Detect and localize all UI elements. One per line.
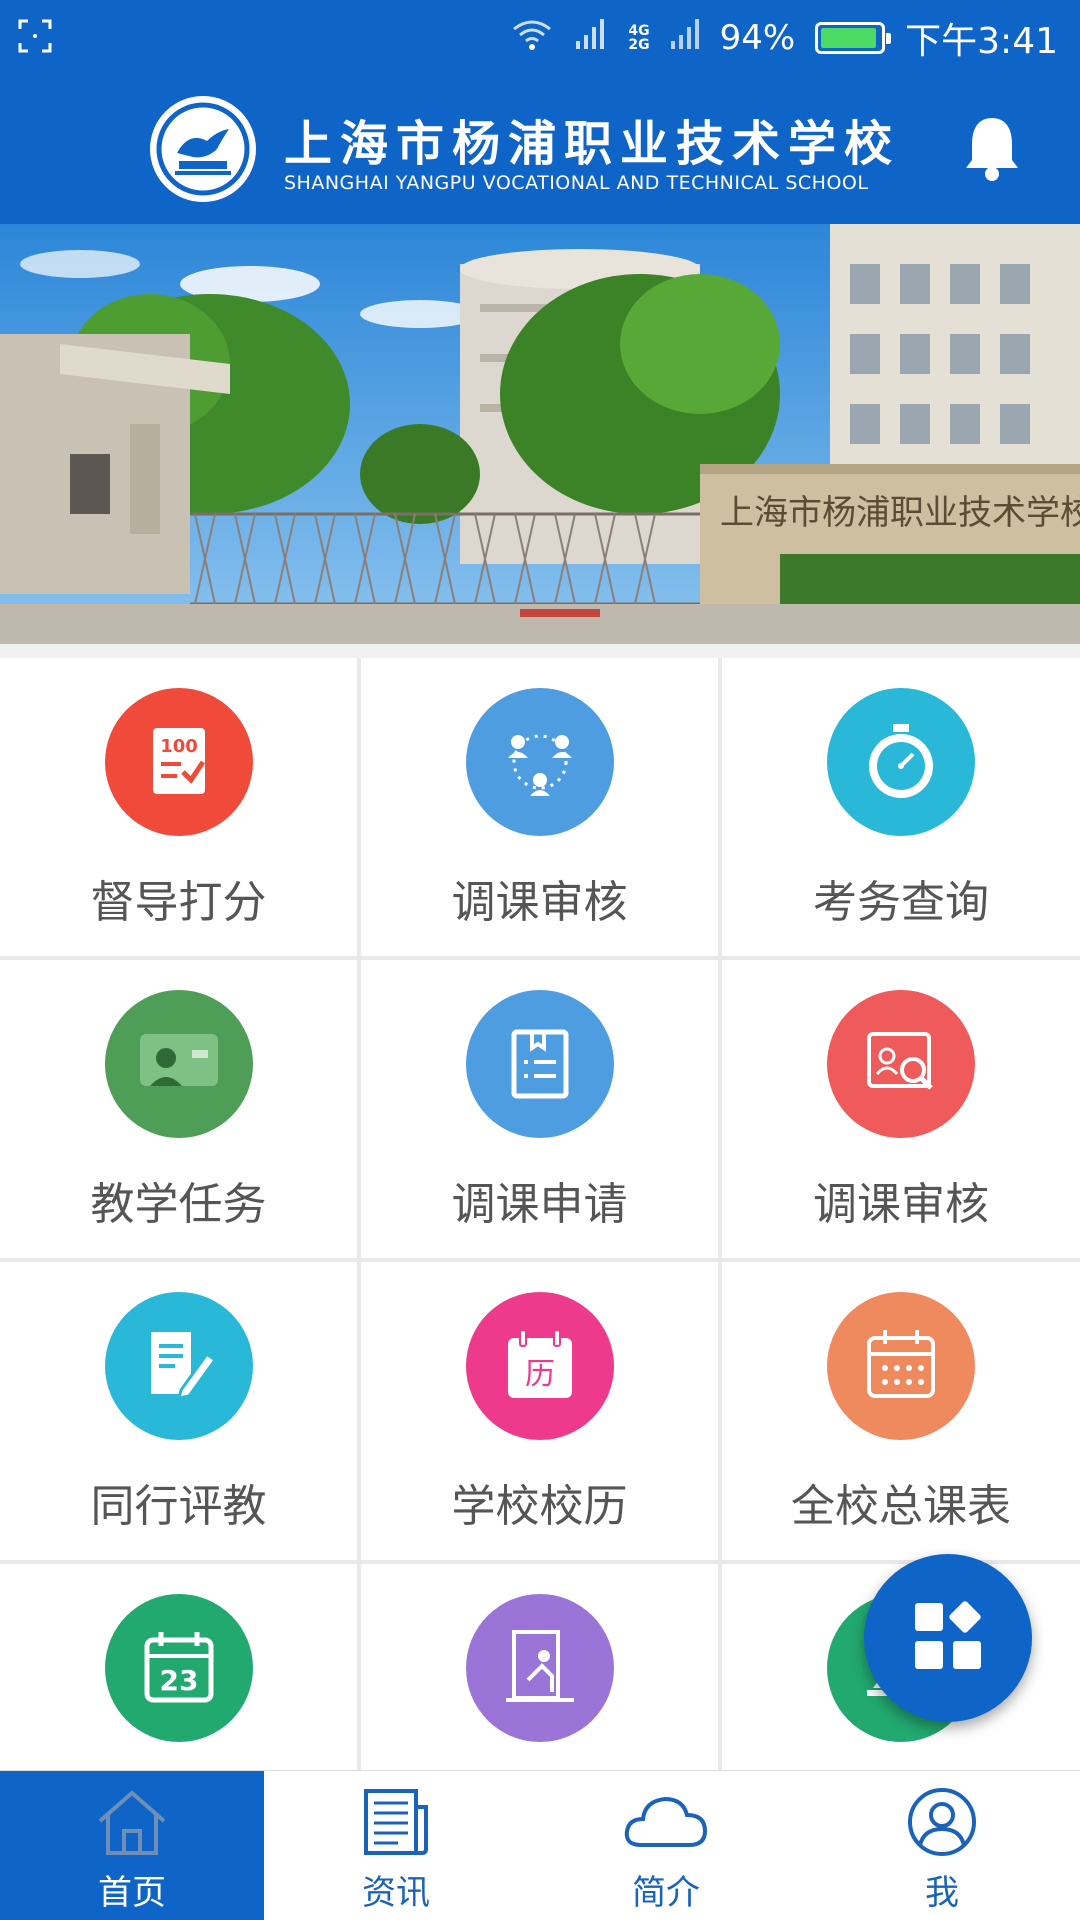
classroom-icon <box>466 1594 614 1742</box>
nav-tab-me[interactable]: 我 <box>804 1771 1080 1920</box>
app-header: 上海市杨浦职业技术学校 SHANGHAI YANGPU VOCATIONAL A… <box>0 76 1080 224</box>
nav-label-news: 资讯 <box>362 1873 430 1913</box>
notification-bell-icon[interactable] <box>962 114 1022 184</box>
grid-item[interactable]: 教学任务 <box>0 960 357 1258</box>
grid-item-label: 调课审核 <box>813 1179 989 1230</box>
nav-label-me: 我 <box>925 1873 959 1913</box>
stopwatch-icon <box>827 688 975 836</box>
grid-item-label: 调课审核 <box>451 877 628 928</box>
calendar-icon: 历 <box>466 1292 614 1440</box>
grid-item-label: 学校校历 <box>451 1481 628 1532</box>
campus-banner-image[interactable]: 上海市杨浦职业技术学校 <box>0 224 1080 644</box>
news-icon <box>358 1787 434 1861</box>
grid-item-label: 教学任务 <box>90 1179 267 1230</box>
home-icon <box>94 1787 170 1861</box>
status-bar: 4G 2G 94% 下午3:41 <box>0 0 1080 76</box>
grid-item[interactable]: 历学校校历 <box>361 1262 718 1560</box>
school-logo-icon <box>150 96 256 202</box>
network-type: 4G 2G <box>628 23 650 53</box>
apps-fab-button[interactable] <box>864 1554 1032 1722</box>
presentation-icon <box>105 990 253 1138</box>
screenshot-frame-icon <box>18 19 52 57</box>
grid-item[interactable]: 调课审核 <box>722 960 1080 1258</box>
svg-text:100: 100 <box>160 736 198 757</box>
grid-item-label: 调课申请 <box>451 1179 628 1230</box>
nav-tab-intro[interactable]: 简介 <box>528 1771 804 1920</box>
school-subtitle: SHANGHAI YANGPU VOCATIONAL AND TECHNICAL… <box>284 172 869 194</box>
grid-item[interactable] <box>361 1564 718 1770</box>
grid-item[interactable]: 全校总课表 <box>722 1262 1080 1560</box>
profile-search-icon <box>827 990 975 1138</box>
clock: 下午3:41 <box>905 21 1058 62</box>
grid-item-label: 督导打分 <box>90 877 267 928</box>
battery-icon <box>815 22 892 54</box>
signal-2-icon <box>670 17 700 60</box>
user-icon <box>904 1787 980 1861</box>
grid-item[interactable]: 调课申请 <box>361 960 718 1258</box>
bottom-navigation: 首页 资讯 简介 我 <box>0 1770 1080 1920</box>
school-title: 上海市杨浦职业技术学校 <box>284 116 901 172</box>
grid-item-label: 考务查询 <box>813 877 989 928</box>
nav-tab-home[interactable]: 首页 <box>0 1771 264 1920</box>
grid-item-label: 同行评教 <box>90 1481 267 1532</box>
grid-item[interactable]: 考务查询 <box>722 658 1080 956</box>
grid-item-label: 全校总课表 <box>791 1481 1011 1532</box>
date-icon: 23 <box>105 1594 253 1742</box>
grid-item[interactable]: 同行评教 <box>0 1262 357 1560</box>
grid-item[interactable]: 23 <box>0 1564 357 1770</box>
timetable-icon <box>827 1292 975 1440</box>
group-icon <box>466 688 614 836</box>
signal-icon <box>574 17 608 60</box>
nav-tab-news[interactable]: 资讯 <box>264 1771 528 1920</box>
score-sheet-icon: 100 <box>105 688 253 836</box>
book-list-icon <box>466 990 614 1138</box>
gate-sign-text: 上海市杨浦职业技术学校 <box>720 493 1080 533</box>
svg-text:23: 23 <box>160 1664 199 1697</box>
wifi-icon <box>510 17 554 60</box>
nav-label-home: 首页 <box>98 1873 166 1913</box>
cloud-icon <box>621 1787 711 1861</box>
battery-percent: 94% <box>719 18 796 58</box>
nav-label-intro: 简介 <box>632 1873 700 1913</box>
grid-item[interactable]: 调课审核 <box>361 658 718 956</box>
grid-item[interactable]: 100 督导打分 <box>0 658 357 956</box>
svg-text:历: 历 <box>525 1357 555 1392</box>
edit-document-icon <box>105 1292 253 1440</box>
apps-icon <box>913 1601 983 1675</box>
